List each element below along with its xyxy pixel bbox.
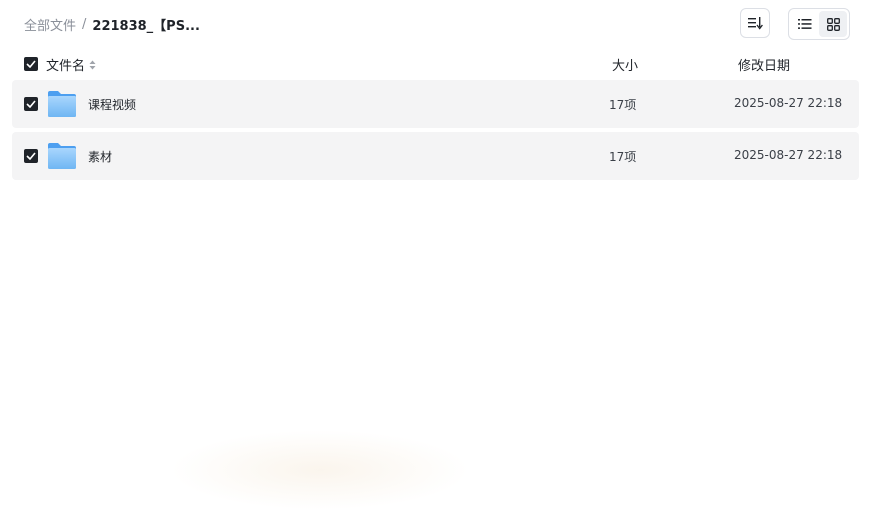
breadcrumb-separator: /: [82, 16, 87, 32]
file-row[interactable]: 课程视频 17项 2025-08-27 22:18: [12, 80, 859, 128]
view-toggle: [788, 8, 850, 40]
list-view-button[interactable]: [791, 11, 819, 37]
column-header-row: 文件名 大小 修改日期: [0, 54, 874, 74]
breadcrumb-root-link[interactable]: 全部文件: [24, 15, 76, 34]
list-view-icon: [798, 19, 812, 29]
folder-icon: [48, 91, 76, 117]
file-row[interactable]: 素材 17项 2025-08-27 22:18: [12, 132, 859, 180]
file-size: 17项: [609, 98, 637, 112]
grid-view-button[interactable]: [819, 11, 847, 37]
column-header-name[interactable]: 文件名: [46, 55, 96, 74]
grid-view-icon: [826, 17, 840, 31]
background-glow: [170, 430, 470, 510]
file-name[interactable]: 素材: [88, 148, 112, 165]
check-icon: [26, 100, 36, 108]
file-modified-date: 2025-08-27 22:18: [734, 148, 843, 162]
file-browser: 全部文件 / 221838_【PS... 文件名 大小 修改日期 课程视频 17…: [0, 0, 874, 514]
breadcrumb: 全部文件 / 221838_【PS...: [24, 14, 200, 34]
check-icon: [26, 152, 36, 160]
file-size: 17项: [609, 150, 637, 164]
row-checkbox[interactable]: [24, 97, 38, 111]
folder-icon: [48, 143, 76, 169]
breadcrumb-current: 221838_【PS...: [92, 18, 200, 34]
column-header-size: 大小: [612, 59, 639, 74]
row-checkbox[interactable]: [24, 149, 38, 163]
file-name[interactable]: 课程视频: [88, 96, 136, 113]
sort-arrows-icon: [89, 60, 96, 70]
check-icon: [26, 60, 36, 68]
select-all-checkbox[interactable]: [24, 57, 38, 71]
column-header-date: 修改日期: [738, 59, 791, 74]
sort-icon: [748, 17, 763, 30]
file-modified-date: 2025-08-27 22:18: [734, 96, 843, 110]
sort-button[interactable]: [740, 8, 770, 38]
column-header-name-label: 文件名: [46, 59, 86, 74]
